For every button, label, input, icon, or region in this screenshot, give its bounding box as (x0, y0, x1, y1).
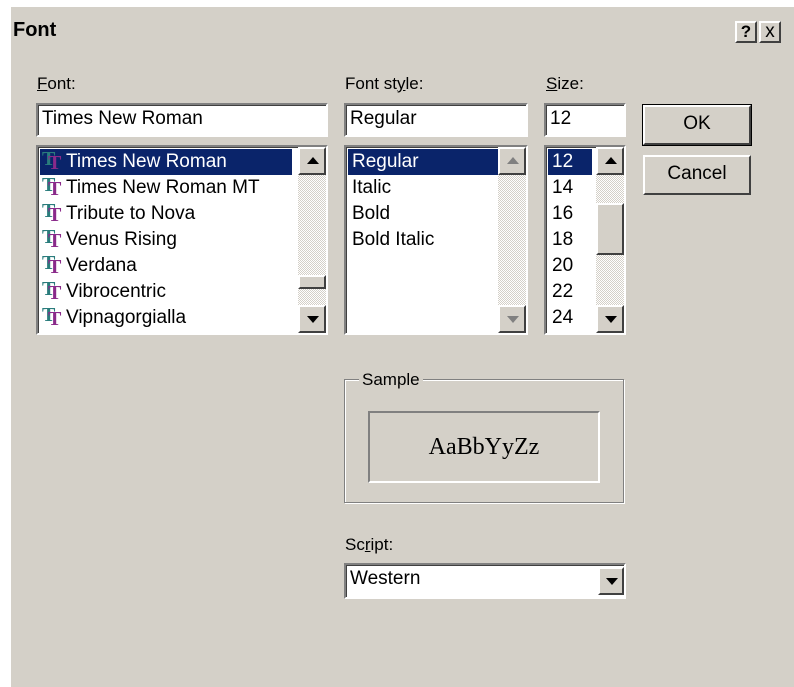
list-item[interactable]: 12 (548, 149, 592, 175)
list-item[interactable]: 18 (552, 227, 573, 253)
list-item[interactable]: T T Venus Rising (40, 227, 177, 253)
list-item[interactable]: 14 (552, 175, 573, 201)
dialog-title: Font (13, 19, 57, 41)
list-item[interactable]: Bold Italic (352, 227, 434, 253)
list-item[interactable]: 22 (552, 279, 573, 305)
truetype-icon: TT (42, 200, 62, 226)
size-list-scrollbar[interactable] (596, 147, 624, 333)
truetype-icon: TT (42, 304, 62, 330)
list-item[interactable]: T T Times New Roman (40, 149, 292, 175)
list-item[interactable]: 16 (552, 201, 573, 227)
list-item[interactable]: 20 (552, 253, 573, 279)
help-button[interactable]: ? (735, 21, 757, 43)
scroll-up-button[interactable] (498, 147, 526, 175)
scroll-thumb[interactable] (596, 203, 624, 255)
scroll-down-button[interactable] (498, 305, 526, 333)
close-icon: x (765, 21, 775, 42)
list-item[interactable]: T T Vibrocentric (40, 279, 166, 305)
script-value: Western (350, 568, 421, 589)
font-label: Font: (37, 74, 76, 93)
font-style-list[interactable]: Regular Italic Bold Bold Italic (344, 145, 528, 335)
size-label: Size: (546, 74, 584, 93)
ok-button[interactable]: OK (642, 104, 752, 146)
up-arrow-icon (605, 157, 617, 164)
list-item[interactable]: T T Verdana (40, 253, 137, 279)
list-item[interactable]: Italic (352, 175, 391, 201)
down-arrow-icon (605, 316, 617, 323)
script-label: Script: (345, 535, 394, 554)
font-name-input[interactable]: Times New Roman (36, 103, 328, 137)
close-button[interactable]: x (759, 21, 781, 43)
truetype-icon: TT (42, 278, 62, 304)
sample-preview: AaBbYyZz (368, 411, 600, 483)
font-style-label: Font style: (345, 74, 424, 93)
list-item[interactable]: T T Times New Roman MT (40, 175, 260, 201)
font-list-scrollbar[interactable] (298, 147, 326, 333)
scroll-up-button[interactable] (596, 147, 624, 175)
up-arrow-icon (507, 157, 519, 164)
up-arrow-icon (307, 157, 319, 164)
list-item[interactable]: T T Vipnagorgialla (40, 305, 186, 331)
truetype-icon: TT (42, 252, 62, 278)
chevron-down-icon (606, 578, 618, 585)
scroll-down-button[interactable] (298, 305, 326, 333)
font-style-input[interactable]: Regular (344, 103, 528, 137)
script-dropdown-button[interactable] (598, 567, 624, 595)
cancel-button[interactable]: Cancel (643, 155, 751, 195)
list-item[interactable]: Bold (352, 201, 390, 227)
sample-legend: Sample (359, 370, 423, 390)
list-item[interactable]: T T Tribute to Nova (40, 201, 195, 227)
down-arrow-icon (507, 316, 519, 323)
scroll-down-button[interactable] (596, 305, 624, 333)
size-list[interactable]: 12 14 16 18 20 22 24 (544, 145, 626, 335)
truetype-icon: TT (42, 174, 62, 200)
scroll-up-button[interactable] (298, 147, 326, 175)
font-dialog: Font ? x Font: Times New Roman T T Times N… (10, 6, 794, 687)
truetype-icon: TT (42, 148, 62, 174)
script-select[interactable]: Western (344, 563, 626, 599)
down-arrow-icon (307, 316, 319, 323)
list-item[interactable]: Regular (348, 149, 498, 175)
font-list[interactable]: T T Times New Roman T T Times New Roman MT T… (36, 145, 328, 335)
font-style-scrollbar[interactable] (498, 147, 526, 333)
list-item[interactable]: 24 (552, 305, 573, 331)
size-input[interactable]: 12 (544, 103, 626, 137)
scroll-thumb[interactable] (298, 275, 326, 289)
truetype-icon: TT (42, 226, 62, 252)
